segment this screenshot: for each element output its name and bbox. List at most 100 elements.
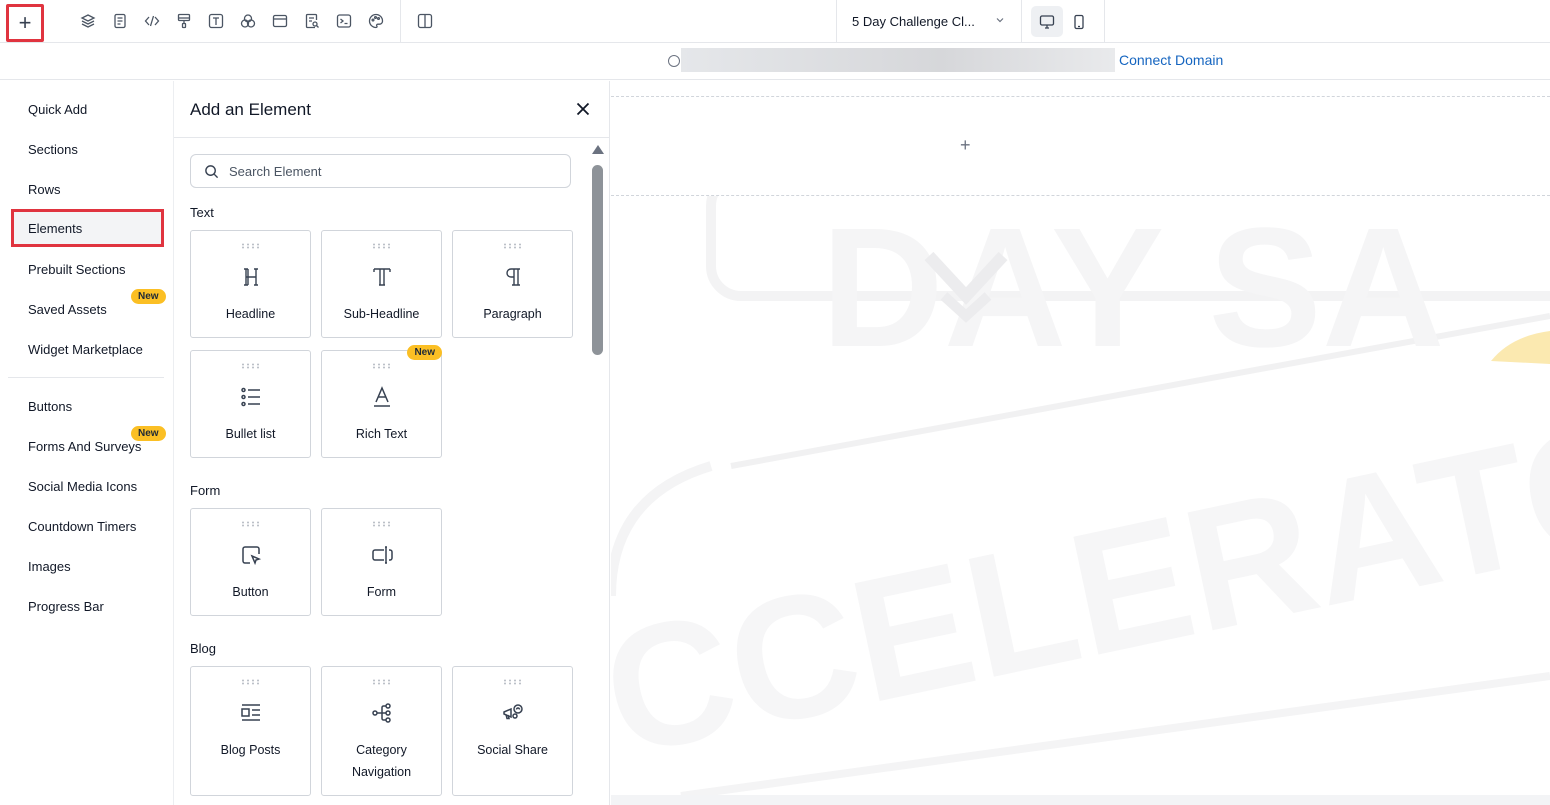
- drag-handle-icon: [504, 679, 521, 685]
- social-share-icon: [503, 704, 523, 720]
- page-icon[interactable]: [111, 12, 129, 30]
- color-icon[interactable]: [239, 12, 257, 30]
- section-label-form: Form: [190, 483, 221, 498]
- nav-item-images[interactable]: Images: [28, 559, 71, 574]
- connect-domain-link[interactable]: Connect Domain: [1119, 52, 1223, 68]
- nav-item-progress-bar[interactable]: Progress Bar: [28, 599, 104, 614]
- search-box: [190, 154, 571, 188]
- section-boundary: [611, 96, 1550, 97]
- layout-icon[interactable]: [271, 12, 289, 30]
- card-label: Category: [356, 743, 407, 757]
- nav-item-prebuilt-sections[interactable]: Prebuilt Sections: [28, 262, 126, 277]
- add-section-button[interactable]: +: [960, 135, 971, 156]
- drag-handle-icon: [242, 243, 259, 249]
- card-label: Social Share: [477, 743, 548, 757]
- element-card-headline[interactable]: Headline: [190, 230, 311, 338]
- sub-headline-icon: [373, 268, 391, 286]
- card-label: Headline: [225, 307, 276, 321]
- panel-divider: [174, 137, 609, 138]
- add-element-panel: Add an Element Text Headline Sub-Headlin…: [173, 81, 610, 805]
- text-icon[interactable]: [207, 12, 225, 30]
- drag-handle-icon: [373, 363, 390, 369]
- drag-handle-icon: [373, 243, 390, 249]
- section-label-text: Text: [190, 205, 214, 220]
- new-badge: New: [407, 345, 442, 360]
- nav-item-rows[interactable]: Rows: [28, 182, 61, 197]
- new-badge: New: [131, 426, 166, 441]
- element-card-category-navigation[interactable]: Category Navigation: [321, 666, 442, 796]
- nav-item-forms-and-surveys[interactable]: Forms And Surveys: [28, 439, 141, 454]
- nav-item-quick-add[interactable]: Quick Add: [28, 102, 87, 117]
- search-icon: [205, 165, 219, 179]
- card-label: Blog Posts: [220, 743, 281, 757]
- element-card-button[interactable]: Button: [190, 508, 311, 616]
- background-watermark-image: DAY SA CCELERATOR: [611, 196, 1550, 795]
- nav-item-social-media-icons[interactable]: Social Media Icons: [28, 479, 137, 494]
- redacted-url: [681, 48, 1115, 72]
- page-select-dropdown[interactable]: 5 Day Challenge Cl...: [836, 0, 1022, 43]
- search-input[interactable]: [229, 161, 559, 181]
- card-label: Paragraph: [483, 307, 542, 321]
- element-card-blog-posts[interactable]: Blog Posts: [190, 666, 311, 796]
- domain-radio[interactable]: [668, 55, 680, 67]
- card-label: Rich Text: [355, 427, 408, 441]
- nav-item-buttons[interactable]: Buttons: [28, 399, 72, 414]
- drag-handle-icon: [373, 679, 390, 685]
- chevron-down-icon: [996, 18, 1004, 23]
- add-element-button[interactable]: +: [6, 4, 44, 42]
- page-select-value: 5 Day Challenge Cl...: [852, 14, 975, 29]
- element-card-social-share[interactable]: Social Share: [452, 666, 573, 796]
- card-label: Navigation: [351, 765, 412, 779]
- rich-text-icon: [374, 386, 390, 407]
- nav-item-label: Elements: [28, 220, 83, 236]
- drag-handle-icon: [504, 243, 521, 249]
- card-label: Sub-Headline: [343, 307, 420, 321]
- terminal-icon[interactable]: [335, 12, 353, 30]
- drag-handle-icon: [242, 521, 259, 527]
- element-card-paragraph[interactable]: Paragraph: [452, 230, 573, 338]
- element-card-form[interactable]: Form: [321, 508, 442, 616]
- element-card-sub-headline[interactable]: Sub-Headline: [321, 230, 442, 338]
- desktop-view-button[interactable]: [1031, 6, 1063, 37]
- panel-scrollbar-thumb[interactable]: [592, 165, 603, 355]
- scroll-up-arrow[interactable]: [592, 145, 604, 154]
- desktop-icon: [1039, 14, 1055, 29]
- top-toolbar: + 5 Day Challenge Cl...: [0, 0, 1550, 43]
- search-page-icon[interactable]: [303, 12, 321, 30]
- nav-item-sections[interactable]: Sections: [28, 142, 78, 157]
- mobile-view-button[interactable]: [1063, 6, 1095, 37]
- form-input-icon: [372, 546, 393, 564]
- element-card-bullet-list[interactable]: Bullet list: [190, 350, 311, 458]
- watermark-text-bottom: CCELERATOR: [611, 353, 1550, 793]
- mobile-icon: [1074, 14, 1084, 29]
- nav-item-widget-marketplace[interactable]: Widget Marketplace: [28, 342, 143, 357]
- drag-handle-icon: [242, 363, 259, 369]
- nav-item-elements[interactable]: Elements: [11, 209, 164, 247]
- nav-item-saved-assets[interactable]: Saved Assets: [28, 302, 107, 317]
- element-card-rich-text[interactable]: New Rich Text: [321, 345, 442, 458]
- section-label-blog: Blog: [190, 641, 217, 656]
- drag-handle-icon: [242, 679, 259, 685]
- layers-icon[interactable]: [79, 12, 97, 30]
- page-canvas: + DAY SA CCELERATOR: [611, 81, 1550, 795]
- card-label: Button: [232, 585, 269, 599]
- blog-posts-icon: [241, 704, 260, 721]
- split-view-icon[interactable]: [416, 12, 434, 30]
- panel-title: Add an Element: [190, 100, 311, 119]
- close-icon[interactable]: [574, 100, 592, 118]
- paint-icon[interactable]: [175, 12, 193, 30]
- paragraph-icon: [506, 268, 520, 286]
- card-label: Form: [366, 585, 397, 599]
- toolbar-divider: [400, 0, 401, 43]
- toolbar-divider: [1104, 0, 1105, 43]
- watermark-text-top: DAY SA: [821, 196, 1445, 383]
- drag-handle-icon: [373, 521, 390, 527]
- new-badge: New: [131, 289, 166, 304]
- canvas-bottom-strip: [611, 795, 1550, 805]
- nav-item-countdown-timers[interactable]: Countdown Timers: [28, 519, 136, 534]
- headline-icon: [244, 268, 258, 286]
- palette-icon[interactable]: [367, 12, 385, 30]
- code-icon[interactable]: [143, 12, 161, 30]
- url-bar: Connect Domain: [0, 43, 1550, 80]
- category-tree-icon: [372, 703, 391, 723]
